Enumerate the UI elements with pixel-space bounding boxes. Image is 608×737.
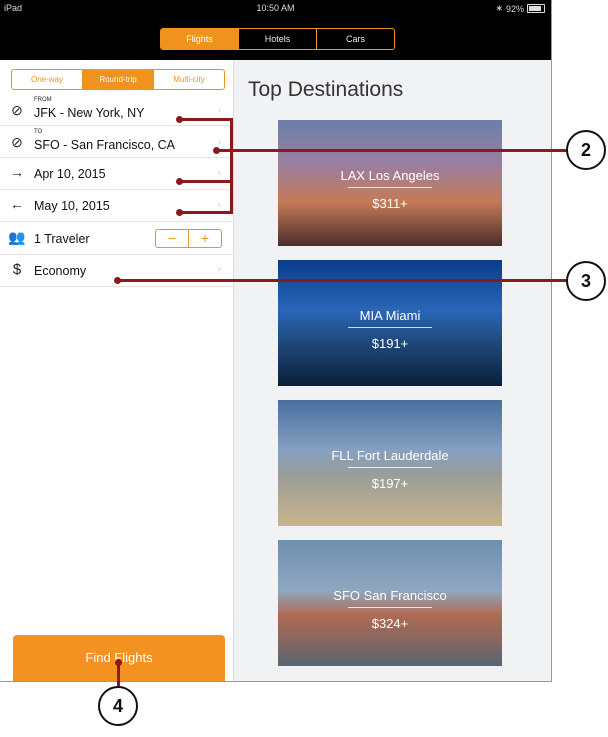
divider	[348, 187, 432, 188]
destination-price: $191+	[371, 336, 409, 351]
destination-price: $311+	[372, 196, 408, 211]
destinations-panel: Top Destinations LAX Los Angeles $311+ M…	[234, 60, 551, 681]
to-row[interactable]: ⊘ TO SFO - San Francisco, CA ›	[0, 126, 233, 158]
destination-name: FLL Fort Lauderdale	[331, 448, 449, 463]
dollar-icon: $	[12, 261, 22, 278]
callout-2: 2	[566, 130, 606, 170]
chevron-right-icon: ›	[217, 167, 221, 178]
status-time: 10:50 AM	[256, 3, 295, 13]
ipad-screen: iPad 10:50 AM ∗ 92% Flights Hotels Cars …	[0, 0, 552, 682]
status-bar: iPad 10:50 AM ∗ 92%	[0, 0, 551, 16]
callout-3: 3	[566, 261, 606, 301]
depart-date: Apr 10, 2015	[34, 167, 106, 181]
trip-multi-city[interactable]: Multi-city	[154, 70, 224, 89]
category-tabs: Flights Hotels Cars	[160, 28, 395, 50]
travelers-count: 1 Traveler	[34, 232, 90, 246]
travelers-row: 👥 1 Traveler − +	[0, 222, 233, 255]
tab-hotels[interactable]: Hotels	[239, 29, 317, 49]
traveler-stepper: − +	[155, 229, 222, 248]
battery-percent: 92%	[505, 3, 524, 14]
depart-date-row[interactable]: → Apr 10, 2015 ›	[0, 158, 233, 190]
arrow-right-icon: →	[10, 164, 24, 180]
compass-icon: ⊘	[11, 102, 23, 118]
divider	[348, 327, 432, 328]
tab-cars[interactable]: Cars	[317, 29, 394, 49]
trip-one-way[interactable]: One-way	[12, 70, 83, 89]
callout-4: 4	[98, 686, 138, 726]
divider	[348, 467, 432, 468]
from-row[interactable]: ⊘ FROM JFK - New York, NY ›	[0, 94, 233, 126]
destination-card-fll[interactable]: FLL Fort Lauderdale $197+	[278, 400, 502, 526]
cabin-class: Economy	[34, 264, 87, 278]
return-date-row[interactable]: ← May 10, 2015 ›	[0, 190, 233, 222]
chevron-right-icon: ›	[217, 105, 221, 116]
to-value: SFO - San Francisco, CA	[34, 138, 176, 152]
battery-icon	[527, 4, 545, 13]
divider	[348, 607, 432, 608]
decrement-button[interactable]: −	[156, 230, 189, 247]
destination-price: $197+	[371, 476, 409, 491]
from-label: FROM	[34, 97, 52, 103]
to-label: TO	[34, 129, 43, 135]
destination-card-lax[interactable]: LAX Los Angeles $311+	[278, 120, 502, 246]
return-date: May 10, 2015	[34, 199, 110, 213]
tab-flights[interactable]: Flights	[161, 29, 239, 49]
nav-bar: Flights Hotels Cars	[0, 16, 551, 60]
compass-icon: ⊘	[11, 134, 23, 150]
increment-button[interactable]: +	[189, 230, 221, 247]
destination-card-sfo[interactable]: SFO San Francisco $324+	[278, 540, 502, 666]
bluetooth-icon: ∗	[495, 3, 503, 13]
destination-price: $324+	[371, 616, 409, 631]
chevron-right-icon: ›	[217, 137, 221, 148]
destinations-title: Top Destinations	[248, 78, 404, 101]
people-icon: 👥	[8, 229, 26, 245]
battery-status: ∗ 92%	[495, 3, 545, 14]
from-value: JFK - New York, NY	[34, 106, 145, 120]
trip-type-selector: One-way Round-trip Multi-city	[11, 69, 225, 90]
destination-name: SFO San Francisco	[333, 588, 447, 603]
destination-name: MIA Miami	[359, 308, 421, 323]
search-panel: One-way Round-trip Multi-city ⊘ FROM JFK…	[0, 60, 234, 681]
destination-name: LAX Los Angeles	[340, 168, 440, 183]
chevron-right-icon: ›	[217, 199, 221, 210]
trip-round-trip[interactable]: Round-trip	[83, 70, 154, 89]
arrow-left-icon: ←	[10, 196, 24, 212]
chevron-right-icon: ›	[217, 264, 221, 275]
